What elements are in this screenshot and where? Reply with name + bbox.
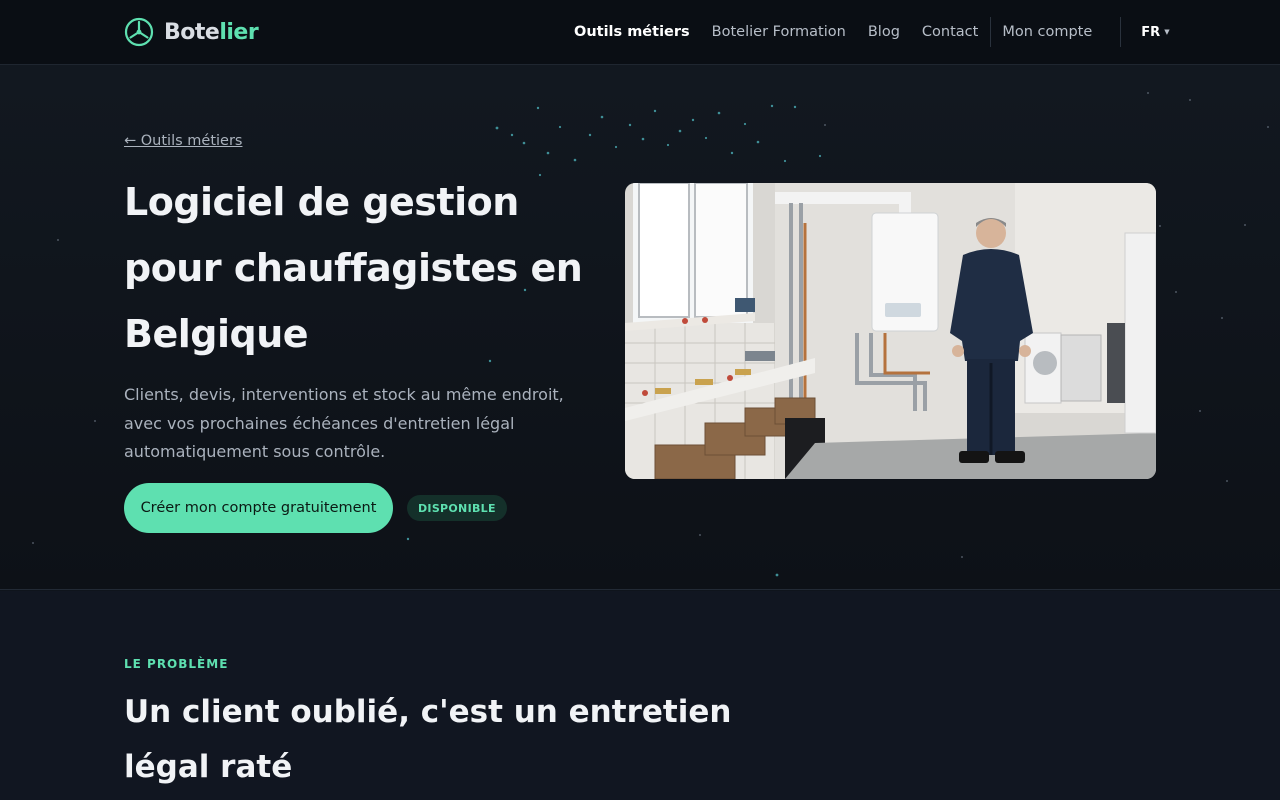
language-selector[interactable]: FR ▼	[1141, 25, 1169, 40]
logo-icon	[124, 17, 154, 47]
create-account-button[interactable]: Créer mon compte gratuitement	[124, 483, 393, 533]
section-title: Un client oublié, c'est un entretien lég…	[124, 694, 732, 785]
nav-item-outils-metiers[interactable]: Outils métiers	[574, 24, 690, 40]
hero-description: Clients, devis, interventions et stock a…	[124, 385, 564, 461]
page-title: Logiciel de gestion pour chauffagistes e…	[124, 180, 583, 356]
chevron-down-icon: ▼	[1164, 28, 1170, 36]
brand-name: Botelier	[164, 19, 259, 45]
main-nav: Outils métiers Botelier Formation Blog C…	[574, 17, 1170, 47]
account-link[interactable]: Mon compte	[1002, 24, 1092, 40]
nav-item-blog[interactable]: Blog	[868, 24, 900, 40]
language-label: FR	[1141, 24, 1161, 40]
nav-item-formation[interactable]: Botelier Formation	[712, 24, 846, 40]
back-link[interactable]: ← Outils métiers	[124, 133, 242, 149]
status-badge: DISPONIBLE	[407, 495, 507, 521]
hero-section: ← Outils métiers Logiciel de gestion pou…	[0, 65, 1280, 590]
brand-logo[interactable]: Botelier	[124, 17, 259, 47]
nav-divider	[1120, 17, 1122, 47]
site-header: Botelier Outils métiers Botelier Formati…	[0, 0, 1280, 65]
hero-image	[625, 183, 1156, 479]
problem-section: LE PROBLÈME Un client oublié, c'est un e…	[0, 591, 1280, 800]
section-eyebrow: LE PROBLÈME	[124, 657, 229, 671]
nav-divider	[990, 17, 992, 47]
nav-item-contact[interactable]: Contact	[922, 24, 978, 40]
